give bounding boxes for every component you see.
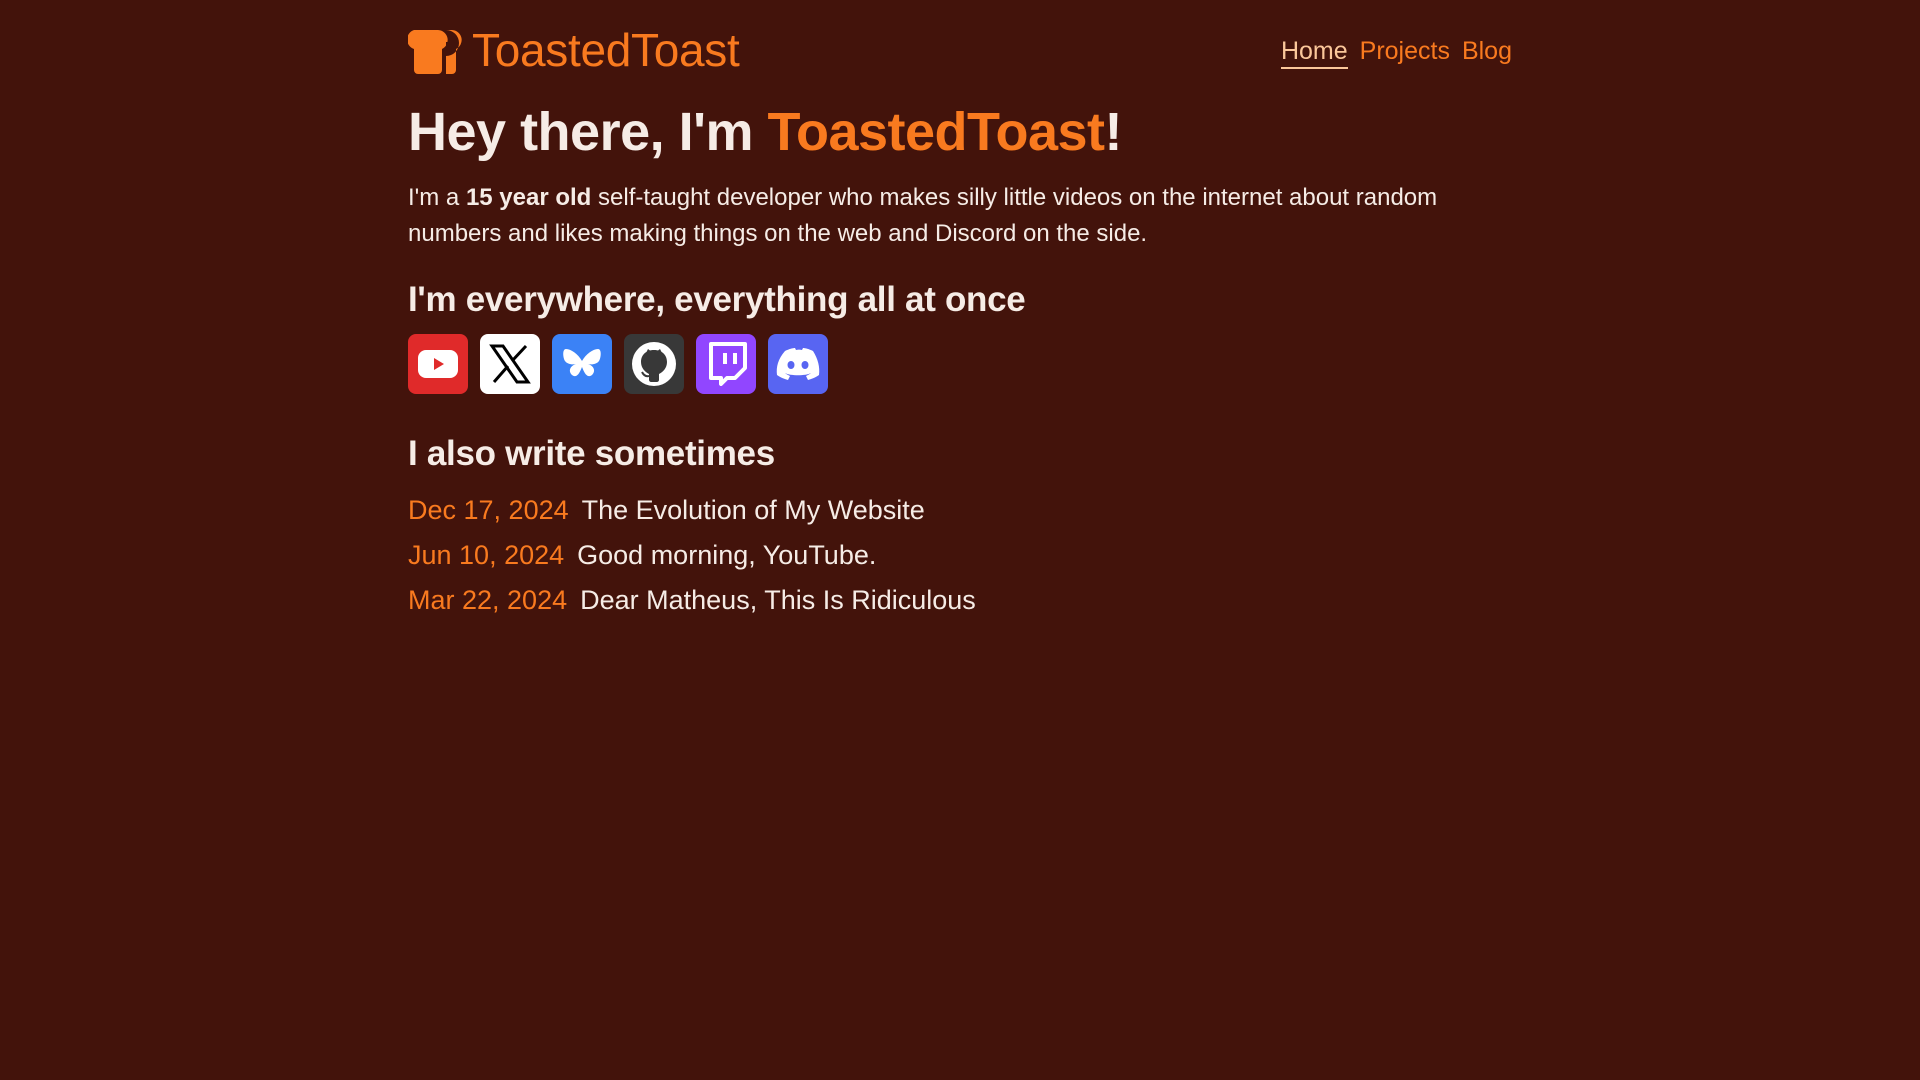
bluesky-link[interactable]: [552, 334, 612, 394]
social-heading: I'm everywhere, everything all at once: [408, 280, 1026, 319]
post-date: Jun 10, 2024: [408, 540, 565, 570]
hero-title: Hey there, I'm ToastedToast!: [408, 102, 1512, 162]
site-header: ToastedToast Home Projects Blog: [407, 0, 1512, 102]
site-logo-link[interactable]: ToastedToast: [407, 24, 740, 76]
twitch-icon: [705, 342, 747, 386]
blog-heading: I also write sometimes: [408, 434, 775, 473]
nav-blog-link[interactable]: Blog: [1462, 35, 1512, 69]
blog-post-link[interactable]: Dec 17, 2024 The Evolution of My Website: [408, 488, 1512, 533]
intro-prefix: I'm a: [408, 184, 466, 211]
page-container: ToastedToast Home Projects Blog Hey ther…: [407, 0, 1512, 623]
github-link[interactable]: [624, 334, 684, 394]
intro-age: 15 year old: [465, 184, 592, 211]
hero-title-name: ToastedToast: [767, 102, 1105, 162]
hero-title-suffix: !: [1104, 102, 1123, 162]
post-date: Dec 17, 2024: [408, 495, 569, 525]
discord-link[interactable]: [768, 334, 828, 394]
post-title: Good morning, YouTube.: [577, 540, 877, 570]
blog-section: I also write sometimes Dec 17, 2024 The …: [408, 432, 1512, 623]
x-twitter-link[interactable]: [480, 334, 540, 394]
twitch-link[interactable]: [696, 334, 756, 394]
hero-title-prefix: Hey there, I'm: [408, 102, 768, 162]
post-title: The Evolution of My Website: [581, 495, 925, 525]
social-links: [408, 334, 1512, 394]
toast-bread-icon: [407, 26, 462, 74]
main-nav: Home Projects Blog: [1280, 35, 1512, 69]
github-icon: [631, 341, 677, 387]
discord-icon: [776, 347, 820, 381]
site-name: ToastedToast: [472, 24, 740, 76]
bluesky-butterfly-icon: [562, 346, 602, 382]
nav-projects-link[interactable]: Projects: [1360, 35, 1450, 69]
intro-paragraph: I'm a 15 year old self-taught developer …: [408, 180, 1488, 252]
blog-post-link[interactable]: Jun 10, 2024 Good morning, YouTube.: [408, 533, 1512, 578]
blog-post-list: Dec 17, 2024 The Evolution of My Website…: [408, 488, 1512, 623]
x-twitter-icon: [488, 342, 532, 386]
social-section: I'm everywhere, everything all at once: [408, 278, 1512, 394]
youtube-link[interactable]: [408, 334, 468, 394]
blog-post-link[interactable]: Mar 22, 2024 Dear Matheus, This Is Ridic…: [408, 578, 1512, 623]
post-date: Mar 22, 2024: [408, 585, 568, 615]
youtube-icon: [418, 350, 458, 378]
nav-home-link[interactable]: Home: [1280, 35, 1348, 69]
post-title: Dear Matheus, This Is Ridiculous: [580, 585, 976, 615]
